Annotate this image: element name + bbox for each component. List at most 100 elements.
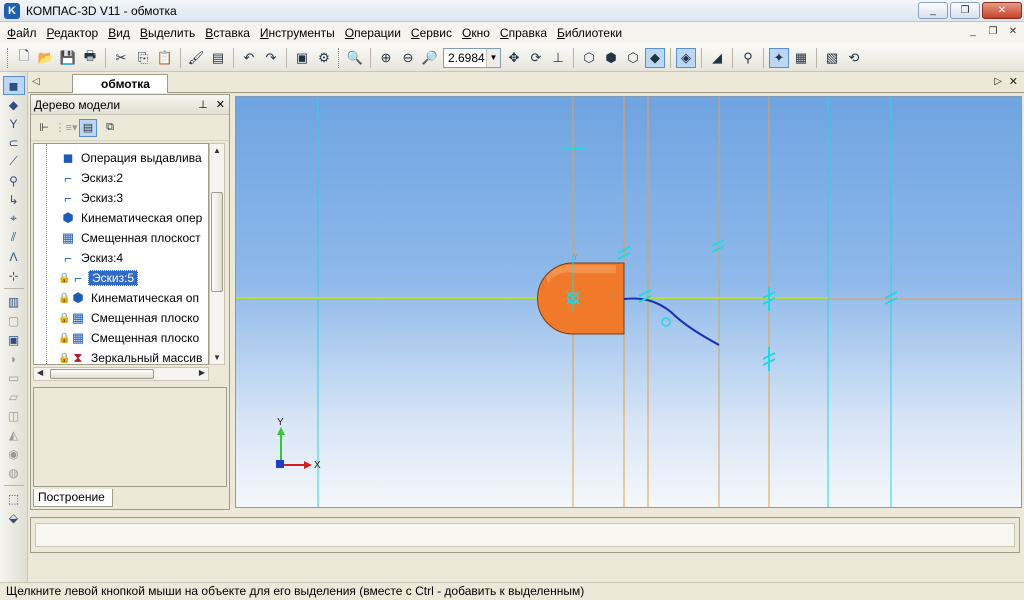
copy-icon[interactable]: ⎘ xyxy=(133,48,153,68)
diagnostics-icon[interactable]: ⚲ xyxy=(3,171,25,190)
tree-vertical-scrollbar[interactable]: ▲ ▼ xyxy=(209,143,225,365)
scroll-down-icon[interactable]: ▼ xyxy=(213,353,221,362)
sheet-bend-icon[interactable]: ⬙ xyxy=(3,508,25,527)
library-icon[interactable]: ▦ xyxy=(791,48,811,68)
hidden-lines-icon[interactable]: ⬢ xyxy=(601,48,621,68)
tree-export-icon[interactable]: ⧉ xyxy=(101,119,119,137)
menu-help[interactable]: Справка xyxy=(495,23,552,43)
pan-icon[interactable]: ✥ xyxy=(504,48,524,68)
scroll-up-icon[interactable]: ▲ xyxy=(213,146,221,155)
parameters-icon[interactable]: Λ xyxy=(3,247,25,266)
rotate-icon[interactable]: ⟳ xyxy=(526,48,546,68)
zoom-scale-icon[interactable]: 🔎 xyxy=(420,48,440,68)
auxiliary-geometry-icon[interactable]: ⟋ xyxy=(3,152,25,171)
tree-view-icon[interactable]: ▤ xyxy=(79,118,97,137)
scroll-left-icon[interactable]: ◀ xyxy=(37,368,43,377)
wireframe-icon[interactable]: ⬡ xyxy=(579,48,599,68)
tree-item[interactable]: 🔒 ▦ Смещенная плоско xyxy=(58,308,202,328)
doc-close-icon[interactable]: ✕ xyxy=(1006,25,1020,39)
zoom-combobox[interactable]: 2.6984 ▼ xyxy=(443,47,501,68)
menu-tools[interactable]: Инструменты xyxy=(255,23,340,43)
tab-scroll-right-icon[interactable]: ▷ xyxy=(994,76,1002,87)
tree-structure-icon[interactable]: ⊩ xyxy=(35,119,53,137)
new-document-icon[interactable]: 🗋 xyxy=(14,48,34,68)
fillet-tool-icon[interactable]: ◍ xyxy=(3,463,25,482)
tree-item[interactable]: ⌐ Эскиз:4 xyxy=(58,248,126,268)
manager-panel-icon[interactable]: ▣ xyxy=(292,48,312,68)
orientation-icon[interactable]: ⊥ xyxy=(548,48,568,68)
cut-icon[interactable]: ✂ xyxy=(111,48,131,68)
rib-tool-icon[interactable]: ◭ xyxy=(3,425,25,444)
toolbar-grip[interactable] xyxy=(7,47,10,68)
doc-restore-icon[interactable]: ❐ xyxy=(986,25,1000,39)
sketch-params-icon[interactable]: ⊹ xyxy=(3,266,25,285)
tree-item[interactable]: ◼ Операция выдавлива xyxy=(58,148,205,168)
scroll-right-icon[interactable]: ▶ xyxy=(199,368,205,377)
doc-minimize-icon[interactable]: _ xyxy=(966,25,980,39)
dimensions-icon[interactable]: ↳ xyxy=(3,190,25,209)
sheet-body-icon[interactable]: ⬚ xyxy=(3,489,25,508)
close-button[interactable]: ✕ xyxy=(982,2,1022,19)
zoom-in-icon[interactable]: ⊕ xyxy=(376,48,396,68)
boss-tool-icon[interactable]: ▢ xyxy=(3,311,25,330)
restore-button[interactable]: ❐ xyxy=(950,2,980,19)
revolve-tool-icon[interactable]: ◗ xyxy=(3,349,25,368)
zoom-value[interactable]: 2.6984 xyxy=(444,51,486,65)
tab-scroll-left-icon[interactable]: ◁ xyxy=(32,76,40,87)
menu-operations[interactable]: Операции xyxy=(340,23,406,43)
tab-close-icon[interactable]: ✕ xyxy=(1009,75,1018,88)
redo-icon[interactable]: ↷ xyxy=(261,48,281,68)
cut-tool-icon[interactable]: ▱ xyxy=(3,387,25,406)
tree-item[interactable]: 🔒 ▦ Смещенная плоско xyxy=(58,328,202,348)
scroll-thumb[interactable] xyxy=(50,369,154,379)
menu-service[interactable]: Сервис xyxy=(406,23,457,43)
shaded-icon[interactable]: ◆ xyxy=(645,47,665,68)
surfaces-icon[interactable]: Y xyxy=(3,114,25,133)
menu-view[interactable]: Вид xyxy=(103,23,135,43)
toolbar-grip[interactable] xyxy=(338,47,341,68)
tree-filter-icon[interactable]: ⋮≡▾ xyxy=(55,119,78,137)
shell-tool-icon[interactable]: ◫ xyxy=(3,406,25,425)
open-icon[interactable]: 📂 xyxy=(36,48,56,68)
editing-part-icon[interactable]: ◼ xyxy=(2,76,25,95)
menu-libraries[interactable]: Библиотеки xyxy=(552,23,627,43)
print-icon[interactable]: 🖶 xyxy=(80,48,100,68)
snap-icon[interactable]: ✦ xyxy=(769,47,789,68)
spec-icon[interactable]: ▧ xyxy=(822,48,842,68)
variables-icon[interactable]: ⚙ xyxy=(314,48,334,68)
hidden-lines-dim-icon[interactable]: ⬡ xyxy=(623,48,643,68)
tree-item[interactable]: ⌐ Эскиз:3 xyxy=(58,188,126,208)
tree-item[interactable]: 🔒 ⬢ Кинематическая оп xyxy=(58,288,202,308)
menu-file[interactable]: Файл xyxy=(2,23,42,43)
trajectory-curve[interactable] xyxy=(623,297,720,346)
curve-point-icon[interactable] xyxy=(661,317,671,327)
minimize-button[interactable]: _ xyxy=(918,2,948,19)
arrays-icon[interactable]: ⊂ xyxy=(3,133,25,152)
zoom-window-icon[interactable]: 🔍 xyxy=(345,48,365,68)
constraints-icon[interactable]: ⫽ xyxy=(3,228,25,247)
scroll-thumb[interactable] xyxy=(211,192,223,292)
document-manager-icon[interactable]: ▤ xyxy=(208,48,228,68)
paste-icon[interactable]: 📋 xyxy=(155,48,175,68)
tree-item[interactable]: ⌐ Эскиз:2 xyxy=(58,168,126,188)
pin-icon[interactable]: ⊥ xyxy=(198,98,208,111)
loft-tool-icon[interactable]: ▭ xyxy=(3,368,25,387)
tree-item-selected[interactable]: 🔒 ⌐ Эскиз:5 xyxy=(58,268,139,288)
tab-construction[interactable]: Построение xyxy=(33,489,113,507)
filter-icon[interactable]: ⚲ xyxy=(738,48,758,68)
zoom-out-icon[interactable]: ⊖ xyxy=(398,48,418,68)
chevron-down-icon[interactable]: ▼ xyxy=(486,48,500,67)
tree-horizontal-scrollbar[interactable]: ◀ ▶ xyxy=(33,367,209,381)
extrude-tool-icon[interactable]: ▥ xyxy=(3,292,25,311)
menu-select[interactable]: Выделить xyxy=(135,23,200,43)
shaded-edges-icon[interactable]: ◈ xyxy=(676,47,696,68)
tab-document[interactable]: обмотка xyxy=(72,74,168,93)
undo-icon[interactable]: ↶ xyxy=(239,48,259,68)
spatial-curves-icon[interactable]: ◆ xyxy=(3,95,25,114)
menu-insert[interactable]: Вставка xyxy=(200,23,255,43)
properties-field[interactable] xyxy=(35,523,1015,547)
menu-window[interactable]: Окно xyxy=(457,23,495,43)
tree-item[interactable]: ▦ Смещенная плоскост xyxy=(58,228,204,248)
refresh-icon[interactable]: ⟲ xyxy=(844,48,864,68)
sketch-tool-icon[interactable]: ▣ xyxy=(3,330,25,349)
